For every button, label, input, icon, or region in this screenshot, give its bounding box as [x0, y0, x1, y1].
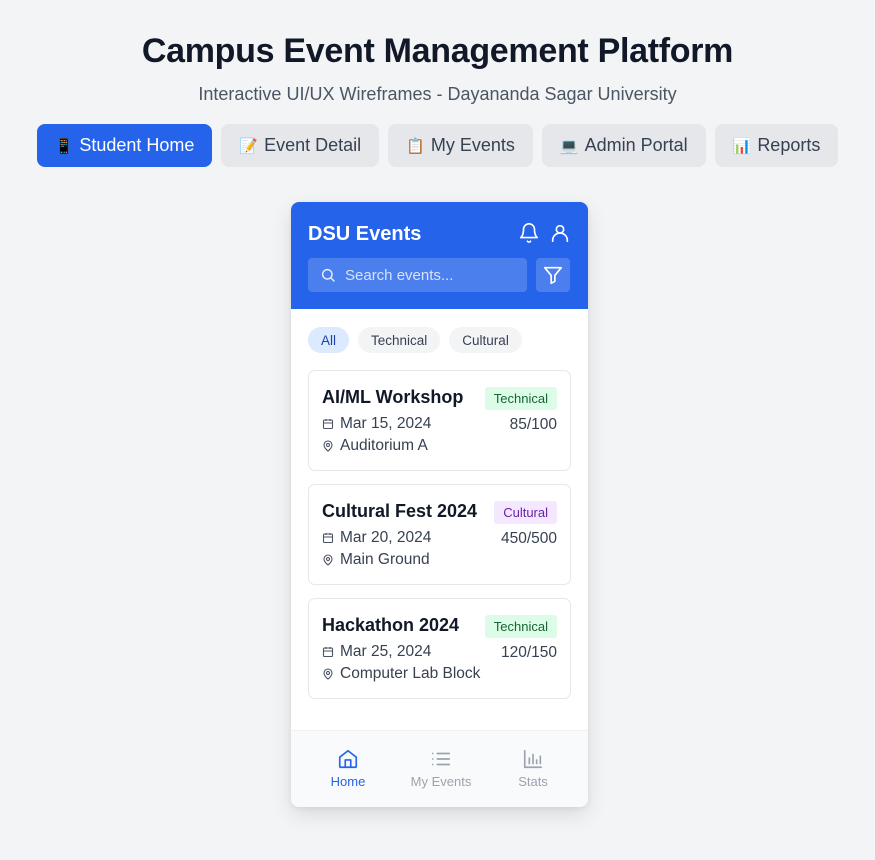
search-input[interactable]: [345, 266, 515, 284]
phone-icon: 📱: [54, 137, 74, 155]
nav-my-events-button[interactable]: 📋 My Events: [388, 124, 533, 167]
memo-icon: 📝: [239, 137, 259, 155]
event-location-row: Computer Lab Block: [322, 665, 480, 683]
nav-label: Student Home: [79, 135, 195, 155]
event-date: Mar 20, 2024: [340, 529, 432, 546]
event-location: Auditorium A: [340, 437, 428, 454]
category-badge: Cultural: [494, 501, 557, 524]
chart-icon: 📊: [732, 137, 752, 155]
event-location: Main Ground: [340, 551, 430, 568]
nav-reports-button[interactable]: 📊 Reports: [714, 124, 839, 167]
category-badge: Technical: [484, 387, 557, 410]
event-name: Cultural Fest 2024: [322, 501, 478, 521]
list-icon: [431, 752, 451, 766]
tab-label: Home: [330, 774, 366, 789]
category-chips: All Technical Cultural: [308, 327, 522, 353]
event-card[interactable]: Hackathon 2024 Technical Mar 25, 2024 12…: [308, 598, 571, 699]
registration-count: 450/500: [500, 530, 557, 547]
phone-frame: DSU Events All Technical Cultural AI/ML …: [291, 202, 588, 807]
bell-icon[interactable]: [518, 222, 540, 244]
registration-count: 120/150: [500, 644, 557, 661]
clipboard-icon: 📋: [406, 137, 425, 155]
page-subtitle: Interactive UI/UX Wireframes - Dayananda…: [198, 84, 677, 104]
calendar-icon: [322, 533, 334, 544]
location-pin-icon: [323, 440, 333, 452]
nav-student-home-button[interactable]: 📱 Student Home: [36, 124, 213, 167]
event-card[interactable]: AI/ML Workshop Technical Mar 15, 2024 85…: [308, 370, 571, 471]
event-date-row: Mar 15, 2024: [322, 415, 431, 433]
tab-label: My Events: [410, 774, 472, 789]
app-title: DSU Events: [308, 223, 422, 245]
registration-count: 85/100: [509, 416, 557, 433]
wireframe-nav: 📱 Student Home 📝 Event Detail 📋 My Event…: [0, 124, 875, 167]
event-name: AI/ML Workshop: [322, 387, 464, 407]
nav-label: Event Detail: [264, 135, 362, 155]
tab-my-events[interactable]: My Events: [396, 748, 486, 789]
filter-button[interactable]: [536, 258, 570, 292]
nav-label: My Events: [430, 135, 515, 155]
bottom-nav: Home My Events Stats: [291, 730, 588, 807]
tab-stats[interactable]: Stats: [488, 748, 578, 789]
nav-admin-portal-button[interactable]: 💻 Admin Portal: [541, 124, 706, 167]
event-location: Computer Lab Block: [340, 665, 481, 682]
laptop-icon: 💻: [559, 137, 579, 155]
event-location-row: Main Ground: [322, 551, 430, 569]
event-location-row: Auditorium A: [322, 437, 428, 455]
calendar-icon: [322, 419, 334, 430]
location-pin-icon: [323, 554, 333, 566]
tab-home[interactable]: Home: [303, 748, 393, 789]
event-date-row: Mar 20, 2024: [322, 529, 431, 547]
chip-cultural[interactable]: Cultural: [449, 327, 522, 353]
home-icon: [338, 749, 358, 769]
chip-all[interactable]: All: [308, 327, 350, 353]
nav-event-detail-button[interactable]: 📝 Event Detail: [221, 124, 380, 167]
chip-technical[interactable]: Technical: [358, 327, 441, 353]
category-badge: Technical: [484, 615, 557, 638]
calendar-icon: [322, 647, 334, 658]
search-icon: [321, 268, 335, 282]
page-title: Campus Event Management Platform: [141, 32, 734, 70]
nav-label: Reports: [757, 135, 821, 155]
bar-chart-icon: [523, 749, 543, 769]
event-date: Mar 25, 2024: [340, 643, 432, 660]
filter-icon: [543, 266, 563, 285]
nav-label: Admin Portal: [584, 135, 688, 155]
search-box: [308, 258, 527, 292]
location-pin-icon: [323, 668, 333, 680]
event-date: Mar 15, 2024: [340, 415, 432, 432]
user-icon[interactable]: [549, 222, 571, 244]
app-header: DSU Events: [291, 202, 588, 309]
event-date-row: Mar 25, 2024: [322, 643, 431, 661]
tab-label: Stats: [518, 774, 548, 789]
event-name: Hackathon 2024: [322, 615, 460, 635]
event-card[interactable]: Cultural Fest 2024 Cultural Mar 20, 2024…: [308, 484, 571, 585]
